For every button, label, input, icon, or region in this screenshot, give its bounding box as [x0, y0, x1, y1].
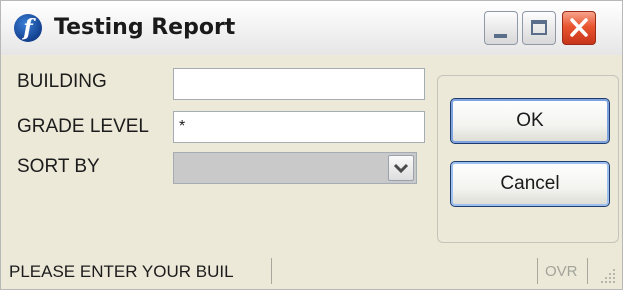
- close-icon: [570, 18, 588, 37]
- f-logo-icon: f: [14, 14, 42, 42]
- window-title: Testing Report: [54, 15, 236, 40]
- dropdown-arrow-button[interactable]: [388, 155, 414, 181]
- overwrite-mode-indicator: OVR: [545, 263, 578, 280]
- status-message: PLEASE ENTER YOUR BUIL: [9, 262, 234, 281]
- grade-level-input[interactable]: [173, 111, 425, 143]
- status-bar: PLEASE ENTER YOUR BUIL OVR: [1, 253, 622, 289]
- status-divider: [587, 258, 588, 284]
- sort-by-dropdown[interactable]: [173, 152, 417, 184]
- close-button[interactable]: [562, 11, 596, 45]
- resize-grip-icon[interactable]: [598, 266, 618, 286]
- building-label: BUILDING: [17, 71, 107, 92]
- testing-report-window: f Testing Report BUILDING GRADE LEVEL SO…: [0, 0, 623, 290]
- minimize-button[interactable]: [484, 11, 518, 45]
- ok-button[interactable]: OK: [450, 98, 610, 144]
- minimize-icon: [494, 34, 507, 38]
- title-bar[interactable]: f Testing Report: [1, 1, 622, 55]
- building-input[interactable]: [173, 68, 425, 100]
- sort-by-label: SORT BY: [17, 156, 100, 177]
- grade-level-label: GRADE LEVEL: [17, 116, 149, 137]
- maximize-button[interactable]: [522, 11, 556, 45]
- status-divider: [271, 258, 272, 284]
- chevron-down-icon: [393, 163, 409, 174]
- maximize-icon: [531, 20, 547, 35]
- cancel-button[interactable]: Cancel: [450, 161, 610, 207]
- status-divider: [537, 258, 538, 284]
